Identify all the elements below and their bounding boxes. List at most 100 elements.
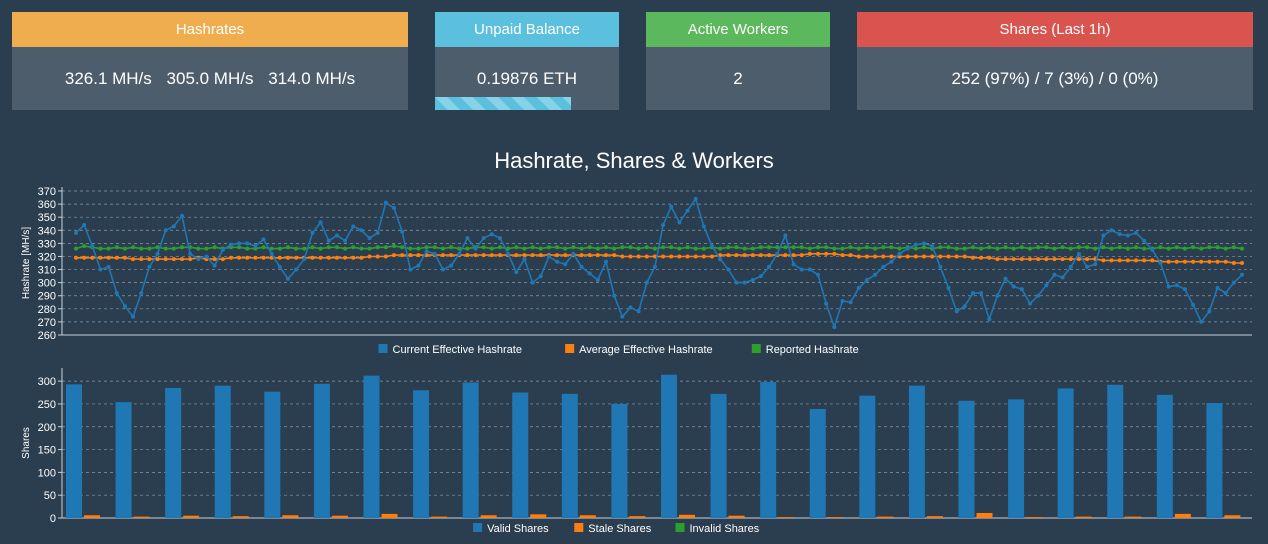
data-point <box>253 255 258 260</box>
data-point <box>579 253 584 258</box>
data-point <box>473 253 478 258</box>
bar <box>679 514 695 518</box>
data-point <box>807 251 812 256</box>
data-point <box>758 245 763 250</box>
data-point <box>294 267 299 272</box>
data-point <box>1207 309 1212 314</box>
data-point <box>334 255 339 260</box>
data-point <box>816 245 820 250</box>
data-point <box>783 253 788 258</box>
data-point <box>889 245 894 250</box>
data-point <box>922 254 926 259</box>
bar <box>859 395 876 518</box>
data-point <box>824 251 829 256</box>
y-tick-label: 370 <box>38 186 56 198</box>
data-point <box>767 253 772 258</box>
data-point <box>147 246 152 251</box>
bar <box>1026 517 1043 518</box>
data-point <box>522 246 527 251</box>
data-point <box>383 200 388 205</box>
series-current-effective-hashrate <box>74 196 1244 330</box>
data-point <box>701 246 706 251</box>
data-point <box>367 254 372 259</box>
data-point <box>1011 257 1016 262</box>
data-point <box>245 246 250 251</box>
data-point <box>343 255 348 260</box>
data-point <box>856 285 861 290</box>
data-point <box>424 249 429 254</box>
data-point <box>1052 272 1057 277</box>
data-point <box>1231 245 1236 250</box>
data-point <box>832 246 837 251</box>
data-point <box>498 253 502 258</box>
data-point <box>204 254 209 259</box>
data-point <box>122 246 127 251</box>
data-point <box>351 255 356 260</box>
bar <box>183 515 200 518</box>
data-point <box>612 293 617 298</box>
data-point <box>1085 257 1090 262</box>
data-point <box>318 220 323 225</box>
data-point <box>351 245 356 250</box>
data-point <box>832 251 837 256</box>
y-tick-label: 320 <box>38 251 56 263</box>
y-tick-label: 310 <box>38 265 56 277</box>
data-point <box>970 245 975 250</box>
data-point <box>481 253 486 258</box>
data-point <box>571 251 576 256</box>
data-point <box>359 228 364 233</box>
data-point <box>587 245 592 250</box>
bar <box>561 393 578 518</box>
data-point <box>122 304 127 309</box>
data-point <box>1240 246 1244 251</box>
data-point <box>1142 238 1147 243</box>
data-point <box>1215 285 1220 290</box>
data-point <box>139 291 144 296</box>
bar <box>1206 403 1223 518</box>
data-point <box>970 255 975 260</box>
data-point <box>359 246 364 251</box>
data-point <box>970 291 975 296</box>
data-point <box>1166 246 1171 251</box>
data-point <box>392 206 396 211</box>
data-point <box>677 254 682 259</box>
data-point <box>595 246 600 251</box>
data-point <box>74 246 78 251</box>
bar <box>778 517 795 518</box>
data-point <box>930 254 935 259</box>
bar <box>480 515 497 518</box>
data-point <box>726 245 731 250</box>
data-point <box>237 255 242 260</box>
data-point <box>530 245 535 250</box>
data-point <box>131 245 136 250</box>
data-point <box>131 257 136 262</box>
data-point <box>1207 245 1212 250</box>
data-point <box>1199 259 1204 264</box>
data-point <box>416 253 421 258</box>
data-point <box>106 264 111 269</box>
data-point <box>783 245 788 250</box>
data-point <box>1215 245 1220 250</box>
data-point <box>1052 257 1057 262</box>
data-point <box>359 255 364 260</box>
data-point <box>400 245 405 250</box>
data-point <box>367 236 372 241</box>
y-axis-label: Hashrate [MH/s] <box>21 227 32 299</box>
data-point <box>710 254 714 259</box>
data-point <box>506 251 511 256</box>
data-point <box>498 245 502 250</box>
data-point <box>1207 259 1212 264</box>
data-point <box>392 243 396 248</box>
data-point <box>604 259 608 264</box>
y-tick-label: 260 <box>38 330 56 342</box>
bar <box>66 384 82 518</box>
data-point <box>579 246 584 251</box>
data-point <box>995 246 1000 251</box>
data-point <box>400 253 405 258</box>
data-point <box>758 274 763 279</box>
data-point <box>1142 246 1147 251</box>
data-point <box>392 253 396 258</box>
data-point <box>82 223 87 228</box>
data-point <box>1125 246 1130 251</box>
bar <box>282 515 299 518</box>
